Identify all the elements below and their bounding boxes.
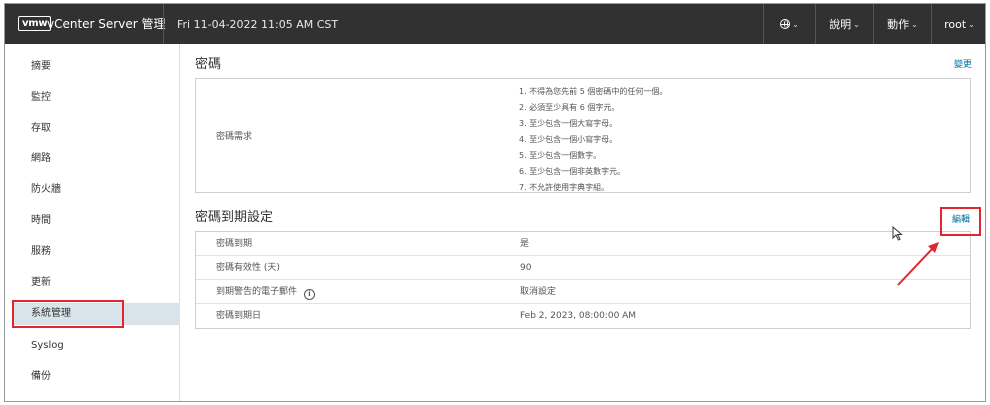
setting-label: 密碼到期 <box>216 239 253 249</box>
password-rule: 3. 至少包含一個大寫字母。 <box>519 119 618 128</box>
chevron-down-icon: ⌄ <box>853 19 860 29</box>
setting-label: 密碼到期日 <box>216 311 262 321</box>
sidebar-item-time[interactable]: 時間 <box>5 210 180 232</box>
sidebar-item-services[interactable]: 服務 <box>5 241 180 263</box>
highlight-box-administration <box>12 300 124 328</box>
setting-value: Feb 2, 2023, 08:00:00 AM <box>520 311 637 321</box>
sidebar-item-firewall[interactable]: 防火牆 <box>5 179 180 201</box>
help-menu-button[interactable]: 說明 ⌄ <box>815 4 873 44</box>
info-icon[interactable]: i <box>303 289 315 300</box>
table-row: 密碼到期日 Feb 2, 2023, 08:00:00 AM <box>196 304 970 328</box>
user-menu-label: root <box>944 17 967 31</box>
header-divider <box>163 4 164 44</box>
password-rule: 4. 至少包含一個小寫字母。 <box>519 135 618 144</box>
setting-value: 取消設定 <box>520 287 557 297</box>
sidebar-item-backup[interactable]: 備份 <box>5 366 180 388</box>
app-title: vCenter Server 管理 <box>47 17 166 31</box>
actions-menu-label: 動作 <box>887 18 910 31</box>
sidebar-item-networking[interactable]: 網路 <box>5 148 180 170</box>
sidebar-item-syslog[interactable]: Syslog <box>5 335 180 357</box>
chevron-down-icon: ⌄ <box>792 19 799 29</box>
chevron-down-icon: ⌄ <box>911 19 918 29</box>
change-password-link[interactable]: 變更 <box>954 59 972 71</box>
table-row: 密碼到期 是 <box>196 232 970 256</box>
highlight-box-edit <box>940 207 981 236</box>
app-window: vmw vCenter Server 管理 Fri 11-04-2022 11:… <box>4 3 986 402</box>
expiration-section-title: 密碼到期設定 <box>195 210 274 225</box>
password-rule: 6. 至少包含一個非英數字元。 <box>519 167 626 176</box>
language-menu-button[interactable]: ⌄ <box>763 4 815 44</box>
password-rule: 1. 不得為您先前 5 個密碼中的任何一個。 <box>519 87 668 96</box>
password-rules-list: 1. 不得為您先前 5 個密碼中的任何一個。 2. 必須至少具有 6 個字元。 … <box>519 84 667 196</box>
help-menu-label: 說明 <box>829 18 852 31</box>
actions-menu-button[interactable]: 動作 ⌄ <box>873 4 931 44</box>
password-requirements-panel: 密碼需求 1. 不得為您先前 5 個密碼中的任何一個。 2. 必須至少具有 6 … <box>195 78 971 193</box>
setting-value: 是 <box>520 239 530 249</box>
sidebar-item-access[interactable]: 存取 <box>5 118 180 140</box>
setting-value: 90 <box>520 263 532 273</box>
password-rule: 5. 至少包含一個數字。 <box>519 151 602 160</box>
sidebar-item-summary[interactable]: 摘要 <box>5 56 180 78</box>
globe-icon <box>780 19 791 29</box>
main-content: 密碼 變更 密碼需求 1. 不得為您先前 5 個密碼中的任何一個。 2. 必須至… <box>181 44 985 401</box>
password-rule: 7. 不允許使用字典字組。 <box>519 183 610 192</box>
password-rule: 2. 必須至少具有 6 個字元。 <box>519 103 620 112</box>
sidebar: 摘要 監控 存取 網路 防火牆 時間 服務 更新 系統管理 Syslog 備份 <box>5 44 180 401</box>
table-row: 到期警告的電子郵件 i 取消設定 <box>196 280 970 304</box>
top-navigation-bar: vmw vCenter Server 管理 Fri 11-04-2022 11:… <box>5 4 985 44</box>
password-requirements-label: 密碼需求 <box>216 132 253 142</box>
setting-label: 密碼有效性 (天) <box>216 263 280 273</box>
setting-label-with-info: 到期警告的電子郵件 i <box>216 286 315 300</box>
user-menu-button[interactable]: root ⌄ <box>931 4 985 44</box>
mouse-pointer-icon <box>892 226 903 241</box>
expiration-settings-panel: 密碼到期 是 密碼有效性 (天) 90 到期警告的電子郵件 i 取消設定 密碼到… <box>195 231 971 329</box>
chevron-down-icon: ⌄ <box>968 19 975 29</box>
sidebar-item-update[interactable]: 更新 <box>5 272 180 294</box>
sidebar-item-monitor[interactable]: 監控 <box>5 87 180 109</box>
table-row: 密碼有效性 (天) 90 <box>196 256 970 280</box>
header-datetime: Fri 11-04-2022 11:05 AM CST <box>177 18 339 31</box>
setting-label: 到期警告的電子郵件 <box>216 287 298 297</box>
password-section-title: 密碼 <box>195 57 222 72</box>
